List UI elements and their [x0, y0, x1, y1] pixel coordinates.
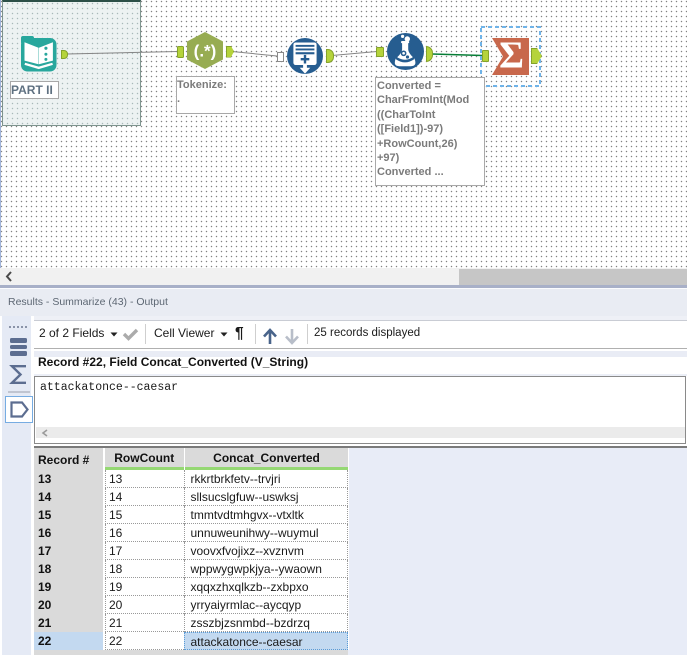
svg-text:Σ: Σ	[499, 38, 524, 75]
svg-text:(.*): (.*)	[194, 42, 217, 61]
